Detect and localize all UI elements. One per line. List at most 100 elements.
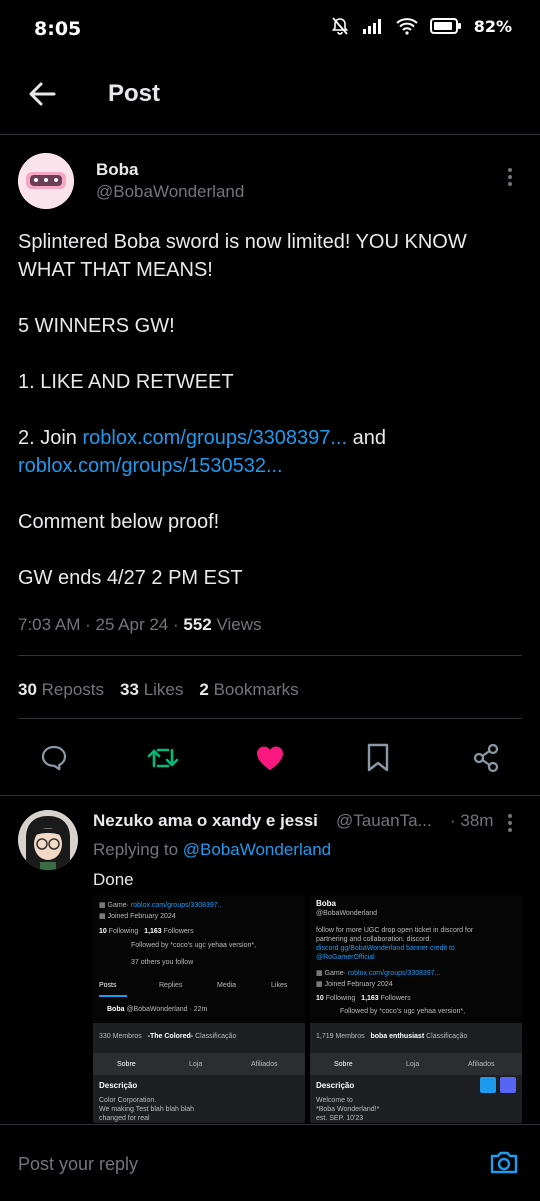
shot-classif: Classificação [195,1033,237,1040]
shot-r-desc-line: Welcome to [316,1097,353,1104]
author-avatar[interactable] [18,153,74,209]
wifi-icon [396,18,418,35]
back-arrow-icon[interactable] [26,78,58,110]
status-time: 8:05 [34,18,82,40]
author-name[interactable]: Boba [96,160,139,180]
shot-following: 10 [99,928,107,935]
like-button[interactable] [250,738,290,778]
battery-percent: 82% [473,16,512,36]
likes-label: Likes [143,680,184,699]
reply-button[interactable] [34,738,74,778]
join-text: 2. Join [18,427,83,449]
shot-r-game-link: roblox.com/groups/3308397... [347,970,441,977]
reply-image-right[interactable]: Boba @BobaWonderland follow for more UGC… [310,895,522,1123]
reposts-count: 30 [18,680,37,699]
group-link-1[interactable]: roblox.com/groups/3308397... [82,427,347,449]
reply-time: · 38m [450,811,494,830]
bookmarks-count: 2 [199,680,209,699]
shot-r-desc-line: est. SEP. 10'23 [316,1115,364,1122]
post-meta: 7:03 AM · 25 Apr 24 · 552 Views [18,615,262,634]
more-options-icon[interactable] [500,165,520,189]
divider [18,655,522,656]
reply-image-left[interactable]: ▦ Game· roblox.com/groups/3308397.. ▦ Jo… [93,895,305,1123]
bookmark-icon [367,743,389,772]
shot-members: 330 Membros [99,1033,142,1040]
shot-r-bio: partnering and collaboration. discord: [316,936,432,943]
shot-r-handle: @BobaWonderland [316,910,378,917]
reply-avatar[interactable] [18,810,78,870]
shot-r-bio: discord.gg/BobaWonderland banner credit … [316,945,455,952]
shot-r-following: 10 [316,995,324,1002]
views-count: 552 [183,615,212,634]
replying-to: Replying to @BobaWonderland [93,840,331,860]
post-line: GW ends 4/27 2 PM EST [18,567,243,589]
shot-r-joined: Joined February 2024 [324,981,393,988]
bookmark-button[interactable] [358,738,398,778]
reply-input[interactable]: Post your reply [18,1154,138,1175]
reposts-stat[interactable]: 30 Reposts [18,680,104,700]
page-title: Post [108,80,161,107]
shot-r-bio: follow for more UGC drop open ticket in … [316,927,474,934]
shot-tab: Likes [271,982,288,989]
shot-followed-by: Followed by *coco's ugc yehaa version*, [131,942,257,949]
shot-tab: Replies [159,982,183,989]
post-line: 5 WINNERS GW! [18,315,175,337]
share-button[interactable] [466,738,506,778]
shot-desc-title: Descrição [99,1081,138,1090]
battery-icon [429,18,461,34]
bookmarks-stat[interactable]: 2 Bookmarks [199,680,298,700]
shot-r-group-name: boba enthusiast [370,1033,425,1040]
shot-tab: Media [217,982,237,989]
top-app-bar: Post [0,58,540,135]
shot-r-subtab: Sobre [334,1061,353,1068]
shot-r-desc-title: Descrição [316,1081,355,1090]
reposts-label: Reposts [41,680,105,699]
replying-handle-link[interactable]: @BobaWonderland [183,840,331,859]
discord-icon [500,1077,516,1093]
divider [18,718,522,719]
shot-r-desc-line: *Boba Wonderland!* [316,1106,380,1113]
shot-desc-line: Color Corporation. [99,1097,157,1104]
shot-r-subtab: Loja [406,1061,420,1068]
camera-icon[interactable] [488,1146,520,1178]
shot-post-handle: @BobaWonderland · 22m [126,1006,208,1013]
shot-r-bio: @RoGamerOfficial [316,954,375,961]
mute-bell-icon [331,17,348,35]
shot-subtab: Loja [189,1061,203,1068]
status-icons: 82% [330,16,512,36]
shot-tab: Posts [99,982,117,989]
twitter-icon [480,1077,496,1093]
shot-followers-label: Followers [163,928,194,935]
post-line: Splintered Boba sword is now limited! YO… [18,231,467,281]
post-date: 25 Apr 24 [95,615,169,634]
shot-subtab: Afiliados [251,1061,278,1068]
repost-button[interactable] [143,738,183,778]
shot-following-label: Following [108,928,139,935]
reply-author-handle[interactable]: @TauanTa... [336,811,432,831]
shot-r-name: Boba [316,899,336,908]
action-bar [0,738,540,780]
post-body: Splintered Boba sword is now limited! YO… [18,228,528,592]
shot-r-followers: 1,163 [361,995,379,1002]
shot-r-subtab: Afiliados [468,1061,495,1068]
views-label: Views [211,615,262,634]
shot-followed-more: 37 others you follow [131,959,194,966]
share-icon [473,743,499,773]
shot-subtab: Sobre [117,1061,136,1068]
shot-r-classif: Classificação [426,1033,468,1040]
reply-author-name[interactable]: Nezuko ama o xandy e jessi [93,811,318,831]
shot-joined: Joined February 2024 [107,913,176,920]
group-link-2[interactable]: roblox.com/groups/1530532... [18,455,283,477]
shot-r-members: 1,719 Membros [316,1033,365,1040]
status-bar: 8:05 82% [0,0,540,58]
shot-group-name: -The Colored- [147,1033,194,1040]
reply-more-icon[interactable] [502,812,518,834]
reply-bubble-icon [41,745,67,771]
likes-stat[interactable]: 33 Likes [120,680,183,700]
author-handle[interactable]: @BobaWonderland [96,182,244,202]
bookmarks-label: Bookmarks [213,680,299,699]
likes-count: 33 [120,680,139,699]
shot-post-author: Boba [107,1006,125,1013]
signal-icon [362,19,381,34]
replying-prefix: Replying to [93,840,183,859]
